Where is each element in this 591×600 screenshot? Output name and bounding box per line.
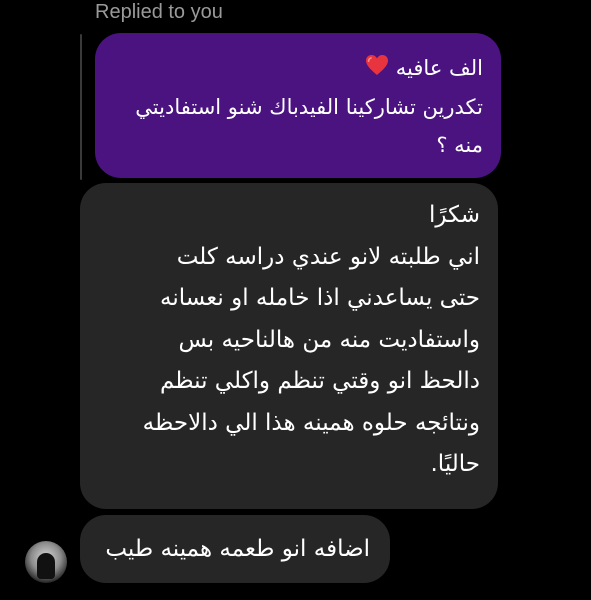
message-line: ونتائجه حلوه همينه هذا الي دالاحظه bbox=[142, 409, 480, 436]
quoted-line-text: الف عافيه bbox=[395, 56, 483, 80]
quoted-message-bubble[interactable]: الف عافيه تكدرين تشاركينا الفيدباك شنو ا… bbox=[95, 33, 501, 178]
quoted-line-2: تكدرين تشاركينا الفيدباك شنو استفاديتي bbox=[135, 95, 483, 119]
message-line: حتى يساعدني اذا خامله او نعسانه bbox=[160, 285, 480, 311]
message-bubble-short[interactable]: اضافه انو طعمه همينه طيب bbox=[80, 515, 390, 583]
red-heart-icon bbox=[365, 50, 389, 88]
message-line: شكرًا bbox=[428, 202, 480, 228]
message-line: حاليًا. bbox=[430, 451, 481, 477]
sender-avatar[interactable] bbox=[25, 541, 67, 583]
message-line: اني طلبته لانو عندي دراسه كلت bbox=[176, 243, 480, 270]
avatar-figure bbox=[37, 553, 55, 579]
reply-indicator-line bbox=[80, 34, 82, 180]
quoted-line-1: الف عافيه bbox=[113, 49, 483, 88]
message-line: واستفاديت منه من هالناحيه بس bbox=[178, 326, 480, 353]
replied-to-you-label: Replied to you bbox=[95, 1, 223, 23]
quoted-line-3: منه ؟ bbox=[436, 133, 483, 157]
message-bubble-long[interactable]: شكرًا اني طلبته لانو عندي دراسه كلت حتى … bbox=[80, 183, 498, 509]
message-line: دالحظ انو وقتي تنظم واكلي تنظم bbox=[159, 368, 480, 394]
